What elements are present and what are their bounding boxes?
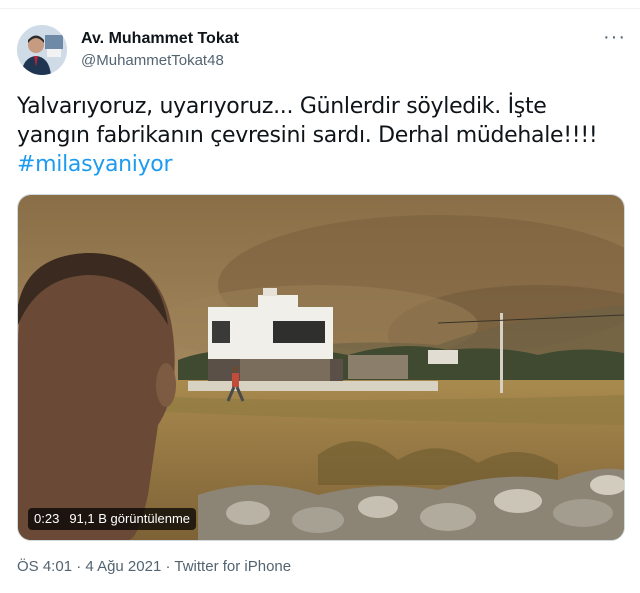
video-view-count: 91,1 B görüntülenme — [69, 511, 191, 526]
divider — [0, 8, 640, 9]
tweet-text: Yalvarıyoruz, uyarıyoruz... Günlerdir sö… — [17, 92, 617, 179]
hashtag-link[interactable]: #milasyaniyor — [17, 152, 173, 177]
video-duration: 0:23 — [34, 511, 60, 526]
separator: · — [76, 558, 82, 575]
avatar[interactable] — [17, 25, 67, 75]
tweet-time[interactable]: ÖS 4:01 — [17, 558, 72, 575]
tweet-metadata: ÖS 4:01 · 4 Ağu 2021 · Twitter for iPhon… — [17, 558, 291, 575]
separator: · — [165, 558, 171, 575]
video-info-badge: 0:23 91,1 B görüntülenme — [28, 508, 197, 530]
video-thumbnail — [18, 195, 624, 540]
author-handle[interactable]: @MuhammetTokat48 — [81, 52, 224, 69]
avatar-image — [17, 25, 67, 75]
tweet-text-line: Yalvarıyoruz, uyarıyoruz... Günlerdir sö… — [17, 94, 547, 119]
tweet-source-link[interactable]: Twitter for iPhone — [174, 558, 291, 575]
tweet-date[interactable]: 4 Ağu 2021 — [85, 558, 161, 575]
tweet-text-line: yangın fabrikanın çevresini sardı. Derha… — [17, 123, 598, 148]
more-options-icon[interactable]: ··· — [603, 26, 626, 49]
video-player[interactable]: 0:23 91,1 B görüntülenme — [17, 194, 625, 541]
author-name[interactable]: Av. Muhammet Tokat — [81, 30, 239, 48]
